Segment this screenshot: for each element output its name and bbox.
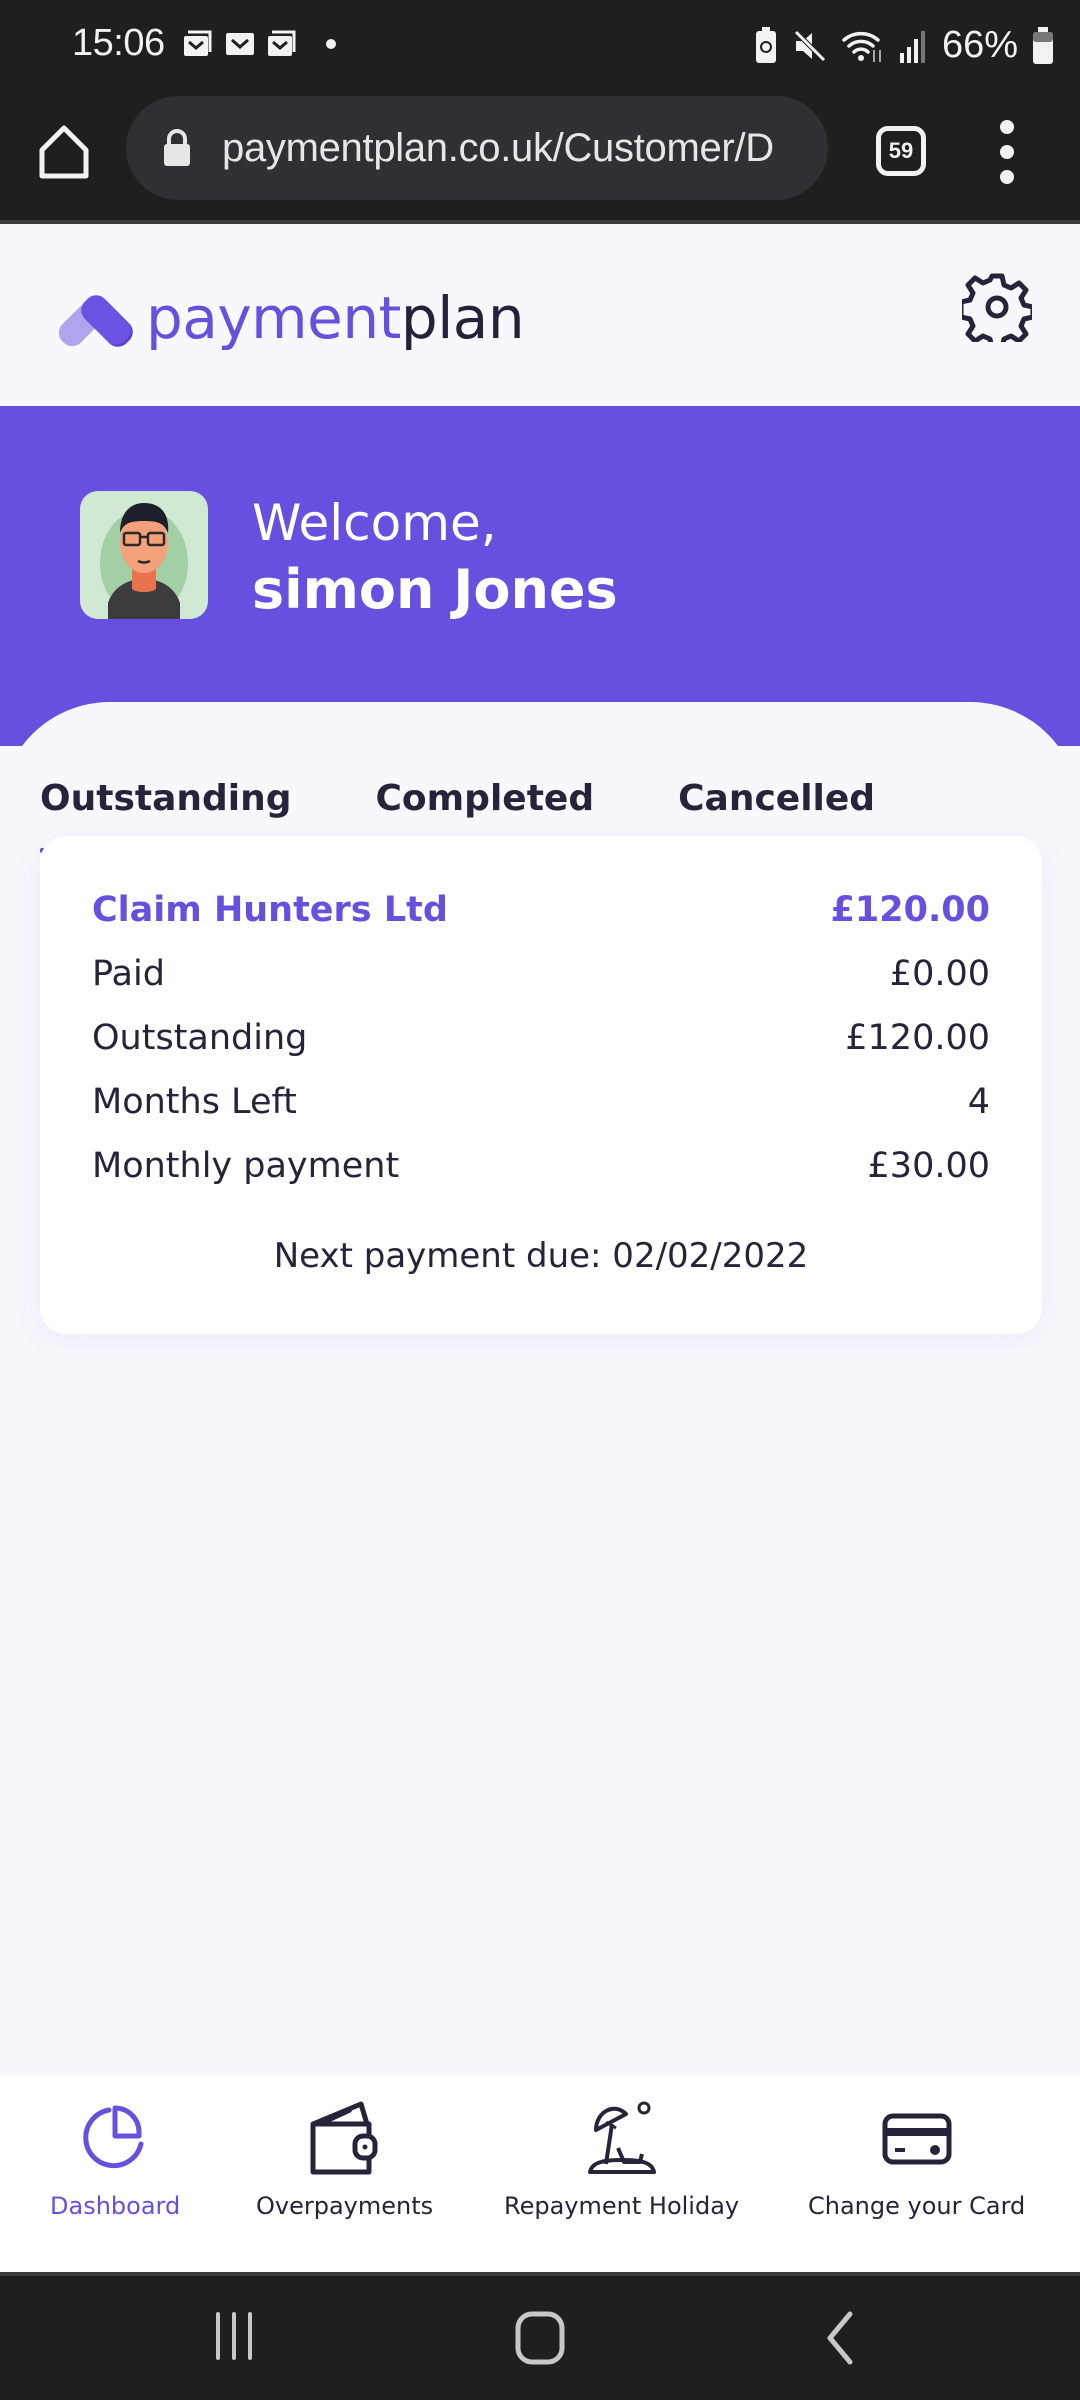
row-value: 4 [967,1082,990,1122]
logo-text: paymentplan [146,284,525,352]
home-icon[interactable] [36,122,92,182]
nav-label: Overpayments [256,2192,434,2220]
company-name: Claim Hunters Ltd [92,890,448,930]
battery-percentage: 66% [941,24,1018,66]
app-header: paymentplan [0,224,1080,406]
nav-change-card[interactable]: Change your Card [808,2100,1025,2220]
system-icons: 66% [754,24,1054,67]
recent-apps-icon[interactable] [210,2310,258,2362]
signal-icon [899,30,925,63]
logo[interactable]: paymentplan [52,284,525,352]
lock-icon [164,129,190,166]
logo-mark-icon [58,295,133,347]
pie-chart-icon [83,2105,144,2169]
beach-umbrella-icon [587,2101,656,2174]
wallet-icon [310,2101,378,2175]
browser-menu-icon[interactable] [994,120,1020,184]
plan-row-outstanding: Outstanding £120.00 [92,1018,990,1058]
nav-label: Repayment Holiday [504,2192,740,2220]
row-label: Monthly payment [92,1146,400,1186]
welcome-banner: Welcome, simon Jones [0,406,1080,746]
browser-toolbar: paymentplan.co.uk/Customer/D 59 [0,90,1080,222]
battery-saver-icon [755,26,776,63]
avatar[interactable] [80,491,208,619]
email-icon [268,30,296,56]
row-label: Paid [92,954,165,994]
credit-card-icon [882,2113,952,2165]
plan-row-monthly-payment: Monthly payment £30.00 [92,1146,990,1186]
status-time: 15:06 [72,22,165,64]
wifi-icon [842,31,881,62]
email-icon [226,33,254,55]
welcome-greeting: Welcome, [252,494,497,552]
notification-icons [182,30,336,58]
payment-plan-card[interactable]: Claim Hunters Ltd £120.00 Paid £0.00 Out… [40,836,1042,1334]
row-value: £30.00 [867,1146,990,1186]
plan-row-paid: Paid £0.00 [92,954,990,994]
next-payment-due: Next payment due: 02/02/2022 [273,1236,809,1276]
row-value: £0.00 [889,954,990,994]
user-name: simon Jones [252,558,618,621]
nav-overpayments[interactable]: Overpayments [256,2100,433,2220]
plan-row-months-left: Months Left 4 [92,1082,990,1122]
mute-icon [794,29,826,62]
content-sheet: Outstanding Completed Cancelled Claim Hu… [0,702,1080,2272]
address-bar[interactable]: paymentplan.co.uk/Customer/D [126,96,828,200]
avatar-illustration [100,503,188,619]
home-button-icon[interactable] [512,2310,568,2366]
battery-icon [1033,26,1053,64]
plan-total: £120.00 [830,890,990,930]
row-value: £120.00 [845,1018,990,1058]
settings-gear-icon[interactable] [962,272,1032,342]
row-label: Outstanding [92,1018,308,1058]
status-bar: 15:06 66% [0,0,1080,90]
email-icon [184,30,212,56]
system-navigation-bar [0,2272,1080,2400]
row-label: Months Left [92,1082,297,1122]
plan-header-row: Claim Hunters Ltd £120.00 [92,890,990,930]
nav-dashboard[interactable]: Dashboard [50,2100,180,2220]
tab-switcher-button[interactable]: 59 [876,126,926,176]
url-text[interactable]: paymentplan.co.uk/Customer/D [222,126,774,171]
nav-label: Change your Card [808,2192,1026,2220]
back-icon[interactable] [820,2310,860,2366]
nav-label: Dashboard [50,2192,181,2220]
web-page: paymentplan Welcome, simon Jones Outstan… [0,224,1080,2272]
dot-icon [326,39,336,49]
nav-repayment-holiday[interactable]: Repayment Holiday [504,2100,739,2220]
bottom-navigation: Dashboard Overpayments Repayment Holiday [0,2076,1080,2272]
